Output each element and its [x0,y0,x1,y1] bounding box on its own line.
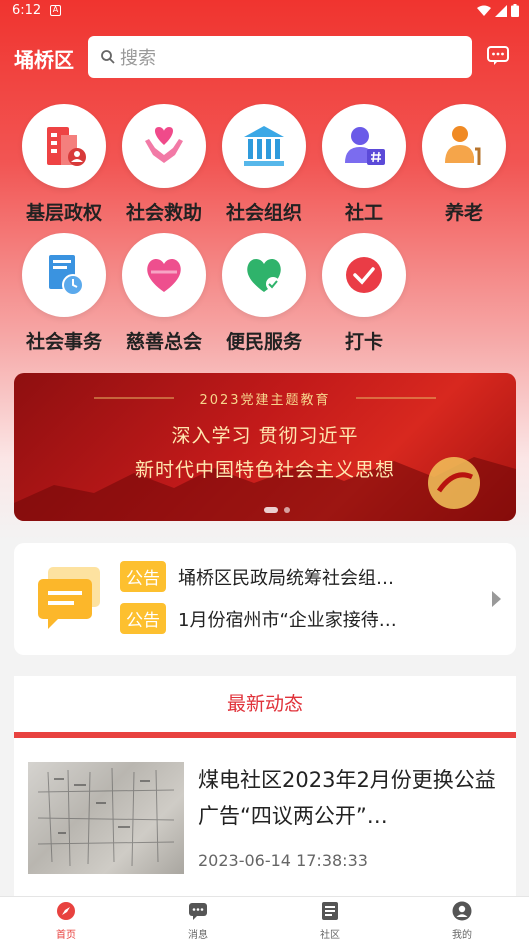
status-icons [477,4,519,17]
news-time: 2023-06-14 17:38:33 [198,851,368,870]
grid-label: 打卡 [344,331,383,353]
compass-icon [57,902,75,920]
news-header: 最新动态 [226,693,303,715]
grid-item-charity[interactable]: 慈善总会 [114,233,214,354]
tab-label: 我的 [452,930,472,941]
tab-profile[interactable]: 我的 [422,901,502,941]
chat-icon [189,903,207,920]
grid-label: 慈善总会 [125,331,202,353]
search-input[interactable]: 搜索 [88,36,472,78]
grid-item-checkin[interactable]: 打卡 [314,233,414,354]
notice-text: 1月份宿州市“企业家接待… [178,609,397,631]
grid-label: 社会救助 [125,202,202,224]
bottom-tab-bar: 首页 消息 社区 我的 [0,896,529,942]
heart-ribbon-icon [147,258,181,292]
notice-tag: 公告 [120,561,166,592]
message-icon[interactable] [487,46,509,66]
grid-item-relief[interactable]: 社会救助 [114,104,214,225]
notice-panel[interactable]: 公告 埇桥区民政局统筹社会组… 公告 1月份宿州市“企业家接待… [14,543,516,655]
announcement-icon [38,567,100,629]
pager-dot [284,507,290,513]
news-thumbnail[interactable] [28,762,184,874]
grid-item-convenience[interactable]: 便民服务 [214,233,314,354]
grid-item-affairs[interactable]: 社会事务 [14,233,114,354]
document-clock-icon [49,255,84,296]
heart-hands-icon [145,127,183,163]
notice-item[interactable]: 公告 1月份宿州市“企业家接待… [120,603,397,634]
grid-item-grassroots[interactable]: 基层政权 [14,104,114,225]
banner-line2: 新时代中国特色社会主义思想 [134,459,395,481]
tab-label: 社区 [320,930,340,941]
notice-text: 埇桥区民政局统筹社会组… [178,567,394,589]
district-title[interactable]: 埇桥区 [14,44,74,73]
battery-icon [511,4,519,17]
banner-pager [264,507,290,513]
banner-line1: 深入学习 贯彻习近平 [171,425,359,447]
search-placeholder: 搜索 [120,48,156,69]
status-time: 6:12 [12,3,42,18]
status-bar: 6:12 A [0,0,529,24]
tab-label: 首页 [56,930,76,941]
notice-item[interactable]: 公告 埇桥区民政局统筹社会组… [120,561,394,592]
person-id-icon [345,127,385,165]
news-thumbnail-image [37,767,175,867]
institution-icon [244,126,284,166]
tab-home[interactable]: 首页 [26,901,106,941]
top-bar: 埇桥区 搜索 [0,36,529,78]
tab-label: 消息 [188,930,208,941]
search-icon [101,50,115,64]
grid-item-social-worker[interactable]: 社工 [314,104,414,225]
elder-cane-icon [445,126,481,165]
heart-check-icon [247,258,281,292]
grid-label: 社工 [344,202,383,224]
wifi-icon [477,5,491,16]
check-circle-icon [346,257,382,293]
grid-label: 便民服务 [225,331,302,353]
tab-messages[interactable]: 消息 [158,901,238,941]
tab-community[interactable]: 社区 [290,901,370,941]
grid-label: 社会组织 [225,202,302,224]
building-person-icon [47,127,86,166]
notice-tag: 公告 [120,603,166,634]
list-icon [322,902,338,920]
grid-label: 基层政权 [25,202,102,224]
banner-subtitle: 2023党建主题教育 [199,393,331,408]
grid-label: 养老 [444,202,483,224]
news-title[interactable]: 煤电社区2023年2月份更换公益广告“四议两公开”… [198,762,498,834]
banner[interactable]: 2023党建主题教育 深入学习 贯彻习近平 新时代中国特色社会主义思想 [14,373,516,521]
grid-item-organization[interactable]: 社会组织 [214,104,314,225]
grid-label: 社会事务 [25,331,102,353]
news-section: 最新动态 煤电社区2023年2月份更换公益广告“四议两公开”… 2023-06-… [14,676,516,906]
signal-icon [495,4,507,17]
pager-dot-active [264,507,278,513]
chevron-right-icon[interactable] [492,591,501,607]
news-header-underline [14,732,516,738]
notification-a-icon: A [50,5,61,16]
user-icon [452,901,472,921]
grid-item-elderly[interactable]: 养老 [414,104,514,225]
